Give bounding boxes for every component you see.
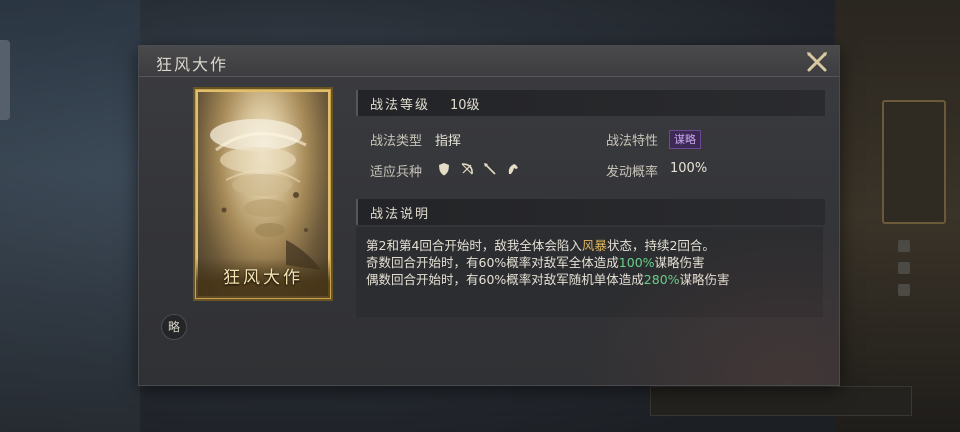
troop-type-label: 适应兵种 bbox=[370, 165, 423, 180]
background-right-icon bbox=[898, 262, 910, 274]
skill-level-header: 战法等级 10级 bbox=[356, 90, 825, 116]
skill-trait-tag: 谋略 bbox=[669, 130, 701, 149]
skill-description-title: 战法说明 bbox=[370, 207, 431, 222]
spear-icon bbox=[484, 163, 496, 175]
dialog-title: 狂风大作 bbox=[156, 55, 229, 74]
bow-icon bbox=[461, 163, 473, 175]
skill-description-header: 战法说明 bbox=[356, 199, 825, 225]
dialog-title-bar: 狂风大作 bbox=[139, 46, 839, 77]
damage-percent: 280% bbox=[643, 272, 680, 287]
background-right-icon bbox=[898, 240, 910, 252]
close-button[interactable] bbox=[804, 49, 830, 75]
background-bottom-bar bbox=[650, 386, 912, 416]
skill-level-label: 战法等级 bbox=[370, 98, 431, 113]
description-text: 偶数回合开始时，有60%概率对敌军随机单体造成 bbox=[366, 272, 644, 287]
skill-description-box: 第2和第4回合开始时，敌我全体会陷入风暴状态，持续2回合。 奇数回合开始时，有6… bbox=[356, 227, 823, 317]
description-text: 状态，持续2回合。 bbox=[606, 238, 715, 253]
trigger-rate-label: 发动概率 bbox=[606, 165, 659, 180]
description-text: 谋略伤害 bbox=[654, 255, 705, 270]
cavalry-icon bbox=[508, 164, 518, 174]
description-text: 第2和第4回合开始时，敌我全体会陷入 bbox=[366, 238, 582, 253]
description-line: 偶数回合开始时，有60%概率对敌军随机单体造成280%谋略伤害 bbox=[366, 269, 730, 288]
description-text: 奇数回合开始时，有60%概率对敌军全体造成 bbox=[366, 255, 619, 270]
shield-icon bbox=[439, 163, 449, 176]
trigger-rate-value: 100% bbox=[670, 161, 708, 176]
background-left-panel bbox=[0, 0, 140, 432]
background-right-icon bbox=[898, 284, 910, 296]
close-x-icon bbox=[807, 52, 827, 72]
skill-card[interactable]: 狂风大作 bbox=[195, 89, 331, 299]
status-keyword: 风暴 bbox=[581, 238, 607, 253]
skill-level-value: 10级 bbox=[450, 98, 480, 113]
skill-detail-dialog: 狂风大作 狂风大作 略 战法等级 10级 战法类型 指挥 战法特性 谋略 适应兵… bbox=[139, 46, 839, 385]
background-right-card bbox=[882, 100, 946, 224]
skill-trait-label: 战法特性 bbox=[606, 134, 659, 149]
description-text: 谋略伤害 bbox=[679, 272, 730, 287]
strategy-badge[interactable]: 略 bbox=[161, 314, 187, 340]
skill-card-name: 狂风大作 bbox=[196, 258, 330, 298]
skill-type-value: 指挥 bbox=[435, 134, 462, 149]
background-left-tab bbox=[0, 40, 10, 120]
skill-type-label: 战法类型 bbox=[370, 134, 423, 149]
damage-percent: 100% bbox=[618, 255, 655, 270]
